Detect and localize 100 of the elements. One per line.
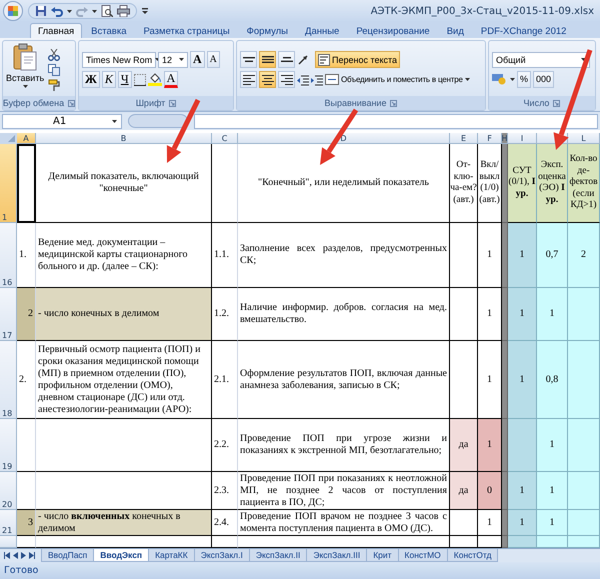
italic-button[interactable]: К	[102, 71, 116, 88]
sheet-tab[interactable]: Крит	[366, 549, 399, 562]
row-header[interactable]: 18	[0, 341, 17, 419]
caret-icon[interactable]	[179, 58, 184, 61]
print-preview-icon[interactable]	[101, 5, 113, 17]
table-cell: 0,7	[537, 223, 568, 288]
bold-button[interactable]: Ж	[82, 71, 100, 88]
table-cell: 2.2.	[212, 419, 238, 472]
align-center-button[interactable]	[259, 71, 276, 88]
underline-button[interactable]: Ч	[118, 71, 132, 88]
sheet-tab[interactable]: КонстМО	[398, 549, 448, 562]
table-cell: Оформление результатов ПОП, включая данные анамнеза заболевания, записью в СК;	[238, 341, 450, 419]
ribbon-tab[interactable]: Рецензирование	[348, 23, 438, 38]
name-box[interactable]: A1	[2, 114, 122, 128]
row-header[interactable]: 19	[0, 419, 17, 472]
formula-bar-handle-icon[interactable]	[128, 114, 188, 128]
group-label: Выравнивание	[324, 98, 386, 108]
thousands-button[interactable]: 000	[533, 70, 554, 88]
caret-icon[interactable]	[67, 10, 72, 12]
table-cell: - число включенных конечных в делимом	[36, 510, 212, 536]
row-header[interactable]: 17	[0, 288, 17, 341]
office-button[interactable]	[3, 1, 23, 21]
sheet-tab[interactable]: ЭкспЗакл.II	[248, 549, 308, 562]
caret-icon[interactable]	[92, 10, 97, 12]
caret-icon[interactable]	[22, 85, 28, 88]
ribbon-tab[interactable]: Формулы	[238, 23, 296, 38]
scissors-icon[interactable]	[48, 48, 60, 60]
ribbon-tab[interactable]: Вид	[438, 23, 472, 38]
column-header[interactable]: L	[568, 133, 600, 144]
brush-icon[interactable]	[48, 78, 60, 90]
sheet-tab[interactable]: ЭкспЗакл.I	[194, 549, 250, 562]
dialog-launcher-icon[interactable]	[553, 100, 560, 106]
table-cell: 2.1.	[212, 341, 238, 419]
table-cell: 1	[508, 223, 537, 288]
printer-icon[interactable]	[117, 5, 130, 17]
sheet-tab[interactable]: КартаКК	[148, 549, 195, 562]
dialog-launcher-icon[interactable]	[169, 100, 176, 106]
caret-icon[interactable]	[510, 78, 515, 80]
font-color-button[interactable]: A	[164, 71, 178, 88]
dialog-launcher-icon[interactable]	[390, 100, 398, 106]
sheet-tab[interactable]: ЭкспЗакл.III	[306, 549, 368, 562]
last-sheet-icon[interactable]	[29, 552, 35, 559]
sheet-tab[interactable]: ВводПасп	[41, 549, 94, 562]
caret-icon[interactable]	[112, 120, 117, 122]
caret-icon[interactable]	[464, 78, 470, 81]
copy-icon[interactable]	[48, 64, 60, 76]
row-header[interactable]: 21	[0, 510, 17, 536]
column-header[interactable]: A	[17, 133, 36, 144]
ribbon-tab[interactable]: Разметка страницы	[135, 23, 238, 38]
table-cell: 1	[478, 419, 502, 472]
fill-color-icon[interactable]	[148, 73, 162, 86]
align-left-button[interactable]	[240, 71, 257, 88]
align-lines-icon	[280, 57, 292, 62]
customize-toolbar-icon[interactable]	[142, 8, 148, 14]
paste-button[interactable]: Вставить	[6, 43, 44, 96]
align-top-button[interactable]	[240, 51, 257, 68]
shrink-font-button[interactable]: A	[206, 51, 220, 68]
save-icon[interactable]	[35, 5, 47, 17]
decrease-indent-icon[interactable]	[297, 74, 309, 86]
column-header[interactable]: I	[508, 133, 537, 144]
increase-indent-icon[interactable]	[311, 74, 323, 86]
align-right-button[interactable]	[278, 71, 295, 88]
wrap-text-button[interactable]: Перенос текста	[315, 51, 400, 68]
formula-input-field[interactable]	[194, 114, 598, 128]
align-bottom-button[interactable]	[278, 51, 295, 68]
number-format-dropdown[interactable]: Общий	[492, 52, 590, 68]
row-header[interactable]: 16	[0, 223, 17, 288]
row-header[interactable]: 20	[0, 472, 17, 510]
table-cell	[568, 472, 600, 510]
font-name-dropdown[interactable]: Times New Rom	[82, 52, 156, 68]
align-lines-icon	[242, 74, 254, 84]
next-sheet-icon[interactable]	[21, 552, 26, 559]
merge-center-button[interactable]: Объединить и поместить в центре	[325, 71, 470, 88]
table-cell: СУТ (0/1), I ур.	[508, 144, 537, 223]
align-middle-button[interactable]	[259, 51, 276, 68]
ribbon-tab[interactable]: Вставка	[83, 23, 134, 38]
grow-font-button[interactable]: A	[190, 51, 205, 68]
column-header[interactable]: C	[212, 133, 238, 144]
column-header[interactable]: F	[478, 133, 502, 144]
dialog-launcher-icon[interactable]	[68, 100, 76, 106]
percent-button[interactable]: %	[517, 70, 532, 88]
ribbon-tab[interactable]: PDF-XChange 2012	[472, 23, 574, 38]
previous-sheet-icon[interactable]	[13, 552, 18, 559]
ribbon-tab[interactable]: Данные	[297, 23, 348, 38]
table-cell: 0,8	[537, 341, 568, 419]
arrow	[320, 108, 358, 165]
column-header[interactable]: B	[36, 133, 212, 144]
font-size-dropdown[interactable]: 12	[158, 52, 188, 68]
borders-icon[interactable]	[134, 74, 146, 86]
sheet-tab[interactable]: ВводЭксп	[93, 549, 150, 562]
sheet-tab[interactable]: КонстОтд	[446, 549, 498, 562]
column-header[interactable]: E	[450, 133, 478, 144]
table-cell: да	[450, 472, 478, 510]
ribbon-tab[interactable]: Главная	[30, 23, 82, 38]
table-cell: 1	[508, 510, 537, 536]
first-sheet-icon[interactable]	[4, 552, 10, 559]
caret-icon[interactable]	[581, 58, 586, 61]
table-cell: Наличие информир. добров. согласия на мед. вмешательство.	[238, 288, 450, 341]
undo-icon[interactable]	[51, 5, 63, 17]
row-header[interactable]: 1	[0, 144, 17, 223]
